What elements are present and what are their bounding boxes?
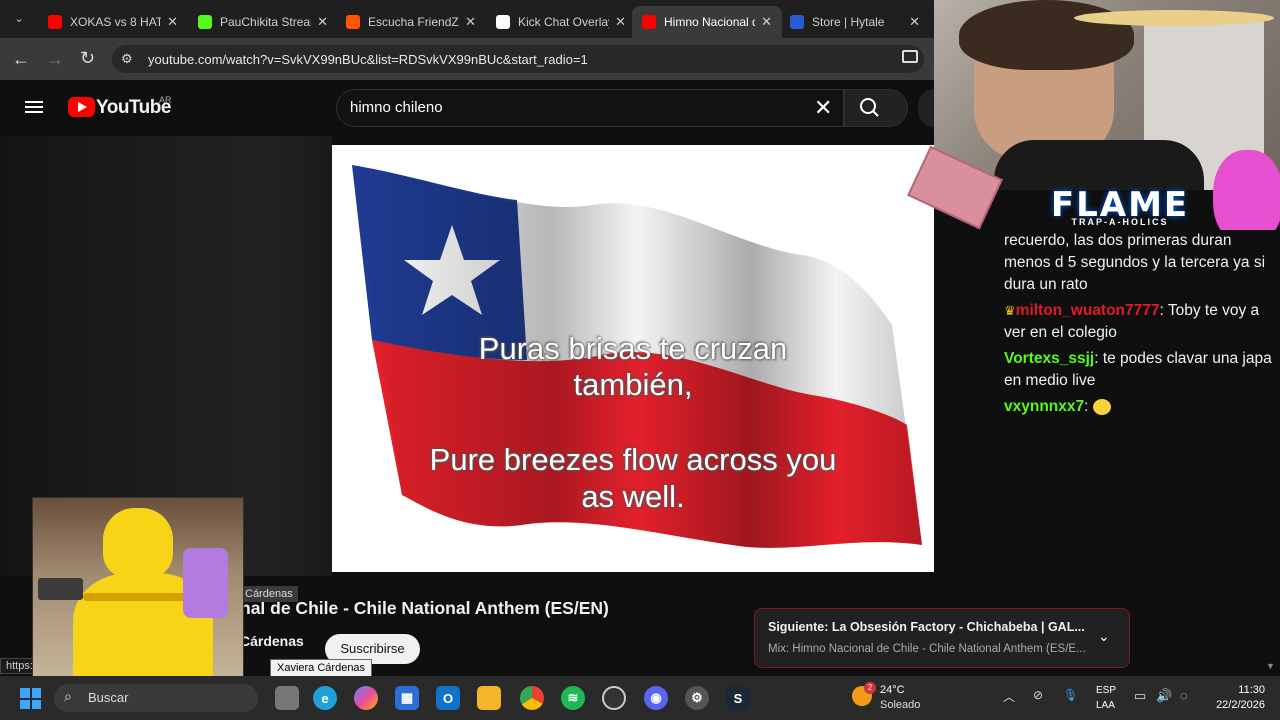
character-overlay-image [32,497,244,687]
file-explorer-icon[interactable] [477,686,501,710]
browser-tab[interactable]: Escucha FriendZone ✕ [336,6,486,38]
store-icon[interactable]: ▦ [395,686,419,710]
chat-message: Vortexs_ssjj: te podes clavar una japa e… [1004,350,1272,389]
taskbar-search-placeholder[interactable]: Buscar [88,690,128,705]
browser-tab[interactable]: XOKAS vs 8 HATERS ✕ [38,6,188,38]
chevron-up-icon[interactable]: ︿ [1003,688,1015,705]
discord-icon[interactable]: ◉ [644,686,668,710]
chat-username: vxynnnxx7 [1004,398,1085,415]
search-button[interactable] [844,89,908,127]
browser-tab-title[interactable]: PauChikita Stream [220,15,311,29]
youtube-logo-icon[interactable] [68,97,95,117]
close-tab-icon[interactable]: ✕ [909,14,920,30]
channel-tooltip: Xaviera Cárdenas [270,659,373,677]
streamer-hair [959,0,1134,70]
reload-icon[interactable]: ↻ [80,48,95,69]
weather-text[interactable]: Soleado [880,699,920,711]
hytale-icon [790,15,804,29]
back-arrow-icon[interactable]: ← [12,49,30,70]
url-text[interactable]: youtube.com/watch?v=SvkVX99nBUc&list=RDS… [148,52,588,67]
weather-badge: 2 [864,682,876,694]
up-next-card[interactable] [754,608,1130,668]
subtitle-es-line2: también, [573,367,693,402]
crown-icon: ♛ [1004,303,1016,318]
youtube-icon [48,15,62,29]
chat-username: Vortexs_ssjj [1004,350,1095,367]
flame-subtitle: TRAP-A-HOLICS [1071,217,1169,227]
install-app-icon[interactable] [902,50,918,63]
kick-icon [198,15,212,29]
clock-date[interactable]: 22/2/2026 [1199,699,1265,711]
search-input-value[interactable]: himno chileno [350,99,443,116]
subtitle-en-line1: Pure breezes flow across you [429,442,837,477]
chat-message: vxynnnxx7: [1004,396,1280,418]
channel-name[interactable]: Cárdenas [240,633,304,649]
edge-icon[interactable]: e [313,686,337,710]
up-next-subtitle: Mix: Himno Nacional de Chile - Chile Nat… [768,643,1086,655]
outlook-icon[interactable]: O [436,686,460,710]
browser-tab[interactable]: Kick Chat Overlay ✕ [486,6,636,38]
microphone-icon[interactable]: 🎙 [1063,688,1078,702]
subtitle-en-line2: as well. [581,479,685,514]
browser-tab[interactable]: PauChikita Stream ✕ [188,6,338,38]
chrome-icon[interactable] [520,686,544,710]
network-off-icon[interactable]: ⊘ [1033,688,1043,702]
weather-temp[interactable]: 24°C [880,684,905,696]
chat-message: ♛milton_wuaton7777: Toby te voy a ver en… [1004,302,1260,341]
menu-icon[interactable] [25,98,43,116]
clear-search-icon[interactable]: ✕ [814,95,832,121]
purple-bottle [183,548,228,618]
settings-gear-icon[interactable]: ⚙ [685,686,709,710]
task-view-icon[interactable] [275,686,299,710]
taskbar-search[interactable] [54,684,258,712]
search-icon: ⌕ [64,688,72,704]
language-top[interactable]: ESP [1096,685,1116,696]
close-tab-icon[interactable]: ✕ [167,14,178,30]
emote-icon [1092,398,1111,415]
browser-tab-title[interactable]: Himno Nacional de Chile [664,15,755,29]
youtube-icon [642,15,656,29]
close-tab-icon[interactable]: ✕ [761,14,772,30]
video-player[interactable]: Puras brisas te cruzan también, Pure bre… [332,145,934,572]
gun-image [38,578,83,600]
subtitle-es-line1: Puras brisas te cruzan [478,331,788,366]
chat-message: recuerdo, las dos primeras duran menos d… [1004,230,1280,296]
language-bottom[interactable]: LAA [1096,700,1115,711]
browser-tab-title[interactable]: XOKAS vs 8 HATERS [70,15,161,29]
browser-tab[interactable]: Himno Nacional de Chile ✕ [632,6,782,38]
volume-icon[interactable]: 🔊 [1156,688,1172,704]
character-head [103,508,173,578]
up-next-title[interactable]: Siguiente: La Obsesión Factory - Chichab… [768,620,1085,634]
tab-search-icon[interactable]: ⌄ [8,8,30,30]
search-icon [860,98,879,117]
obs-icon[interactable] [602,686,626,710]
browser-tab-title[interactable]: Store | Hytale [812,15,903,29]
browser-tab[interactable]: Store | Hytale ✕ [780,6,930,38]
display-icon[interactable]: ▭ [1134,688,1146,704]
soundcloud-icon [346,15,360,29]
clock-time[interactable]: 11:30 [1209,684,1265,696]
chevron-down-icon[interactable]: ⌄ [1098,628,1110,645]
chat-username: milton_wuaton7777 [1015,302,1160,319]
scroll-down-icon[interactable]: ▼ [1266,661,1275,671]
country-code: AR [159,95,172,105]
steam-icon[interactable]: S [726,686,750,710]
chat-overlay: recuerdo, las dos primeras duran menos d… [934,230,1280,530]
copilot-icon[interactable] [354,686,378,710]
overlay-icon [496,15,510,29]
close-tab-icon[interactable]: ✕ [317,14,328,30]
site-info-icon[interactable]: ⚙ [121,51,133,67]
chat-message-text: recuerdo, las dos primeras duran menos d… [1004,232,1266,293]
close-tab-icon[interactable]: ✕ [615,14,626,30]
streamer-shirt [994,140,1204,190]
windows-start-icon[interactable] [20,688,41,709]
channel-tooltip-top: Cárdenas [240,586,298,602]
close-tab-icon[interactable]: ✕ [465,14,476,30]
spotify-icon[interactable]: ≋ [561,686,585,710]
forward-arrow-icon[interactable]: → [46,49,64,70]
hat-brim [1074,10,1274,26]
browser-tab-title[interactable]: Kick Chat Overlay [518,15,609,29]
notification-icon[interactable]: ◌ [1180,688,1188,703]
browser-tab-title[interactable]: Escucha FriendZone [368,15,459,29]
